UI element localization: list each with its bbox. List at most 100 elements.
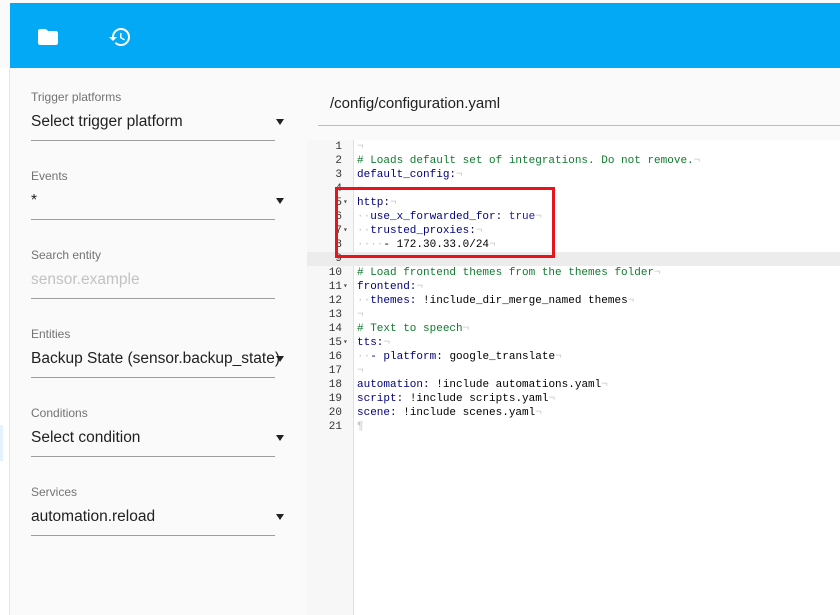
code-line[interactable]: 4 ¬ [307,182,840,196]
line-number: 18 [328,379,342,391]
code-line[interactable]: 1 ¬ [307,140,840,154]
code-line[interactable]: 18 automation: !include automations.yaml¬ [307,378,840,392]
line-number: 11 [328,281,342,293]
active-code-line[interactable]: 9 [307,252,840,266]
eol-mark: ¬ [456,169,463,181]
code-line[interactable]: 10 # Load frontend themes from the themes… [307,266,840,280]
line-number: 19 [328,393,342,405]
line-number: 7 [335,225,342,237]
line-number: 16 [328,351,342,363]
code-line[interactable]: 3 default_config:¬ [307,168,840,182]
field-underline [31,456,275,457]
caret-down-icon[interactable] [276,435,284,441]
code-line[interactable]: 20 scene: !include scenes.yaml¬ [307,406,840,420]
caret-down-icon[interactable] [276,119,284,125]
line-number: 17 [328,365,342,377]
code-value: !include scripts.yaml [409,393,549,405]
services-dropdown[interactable]: Services automation.reload [31,485,284,549]
eol-mark: ¬ [357,183,364,195]
caret-down-icon[interactable] [276,514,284,520]
dropdown-value[interactable]: * [31,192,37,210]
caret-down-icon[interactable] [276,356,284,362]
eol-mark: ¬ [535,211,542,223]
indent-mark: ·· [357,295,371,307]
line-number: 6 [335,211,342,223]
search-entity-input[interactable]: Search entity sensor.example [31,248,275,312]
code-line[interactable]: 2 # Loads default set of integrations. Do… [307,154,840,168]
events-dropdown[interactable]: Events * [31,169,284,233]
nav-selection-indicator [0,425,3,461]
code-line[interactable]: 6 ··use_x_forwarded_for: true¬ [307,210,840,224]
line-number: 3 [335,169,342,181]
code-editor[interactable]: 1 ¬ 2 # Loads default set of integrations.… [307,140,840,615]
field-label: Search entity [31,248,102,262]
code-comment: # Text to speech [357,323,463,335]
eol-mark: ¬ [693,155,701,167]
dropdown-value[interactable]: Backup State (sensor.backup_state) [31,350,280,368]
eol-mark: ¬ [555,351,562,363]
eol-mark: ¬ [601,379,608,391]
fold-marker[interactable]: ▾ [343,224,351,238]
fold-marker[interactable]: ▾ [343,196,351,210]
eol-mark: ¬ [627,295,635,307]
code-line[interactable]: 17 ¬ [307,364,840,378]
eol-mark: ¬ [535,407,542,419]
code-key: automation: [357,379,430,391]
line-number: 4 [335,183,342,195]
top-app-bar [10,3,840,68]
dropdown-value[interactable]: Select trigger platform [31,113,183,131]
entities-dropdown[interactable]: Entities Backup State (sensor.backup_sta… [31,327,284,391]
fold-marker[interactable]: ▾ [343,336,351,350]
fold-marker[interactable]: ▾ [343,280,351,294]
field-underline [31,219,275,220]
field-underline [31,140,275,141]
code-line[interactable]: 5 ▾ http:¬ [307,196,840,210]
field-underline [31,535,275,536]
input-placeholder[interactable]: sensor.example [31,271,140,289]
code-comment: # Loads default set of integrations. Do … [357,155,694,167]
caret-down-icon[interactable] [276,198,284,204]
code-line[interactable]: 21 ¶ [307,420,840,434]
line-number: 5 [335,197,342,209]
code-line[interactable]: 11 ▾ frontend:¬ [307,280,840,294]
trigger-platform-dropdown[interactable]: Trigger platforms Select trigger platfor… [31,90,284,154]
eol-mark: ¬ [475,225,483,237]
indent-mark: ···· [357,239,384,251]
conditions-dropdown[interactable]: Conditions Select condition [31,406,284,470]
file-path-header: /config/configuration.yaml [318,82,840,126]
code-key: http: [357,197,391,209]
code-line[interactable]: 19 script: !include scripts.yaml¬ [307,392,840,406]
field-underline [31,377,275,378]
line-number: 13 [328,309,342,321]
eol-mark: ¬ [357,365,364,377]
folder-icon[interactable] [35,25,61,49]
history-icon[interactable] [107,25,133,49]
line-number: 9 [335,253,342,265]
code-value: !include automations.yaml [436,379,602,391]
code-line[interactable]: 8 ····- 172.30.33.0/24¬ [307,238,840,252]
line-number: 14 [328,323,342,335]
code-key: use_x_forwarded_for: [370,211,503,223]
eol-mark: ¬ [654,267,661,279]
field-underline [31,298,275,299]
code-line[interactable]: 12 ··themes: !include_dir_merge_named the… [307,294,840,308]
dropdown-value[interactable]: automation.reload [31,508,155,526]
eol-mark: ¬ [383,337,391,349]
code-value: - 172.30.33.0/24 [383,239,490,251]
line-number: 20 [328,407,342,419]
code-line[interactable]: 7 ▾ ··trusted_proxies:¬ [307,224,840,238]
code-line[interactable]: 13 ¬ [307,308,840,322]
code-key: default_config: [357,169,457,181]
code-line[interactable]: 15 ▾ tts:¬ [307,336,840,350]
indent-mark: ·· [357,225,371,237]
code-line[interactable]: 14 # Text to speech¬ [307,322,840,336]
field-label: Conditions [31,406,88,420]
code-key: scene: [357,407,397,419]
dropdown-value[interactable]: Select condition [31,429,140,447]
file-path: /config/configuration.yaml [330,95,501,112]
code-value: !include scenes.yaml [403,407,536,419]
code-value: google_translate [449,351,556,363]
line-number: 1 [335,141,342,153]
eol-mark: ¬ [390,197,397,209]
code-line[interactable]: 16 ··- platform: google_translate¬ [307,350,840,364]
